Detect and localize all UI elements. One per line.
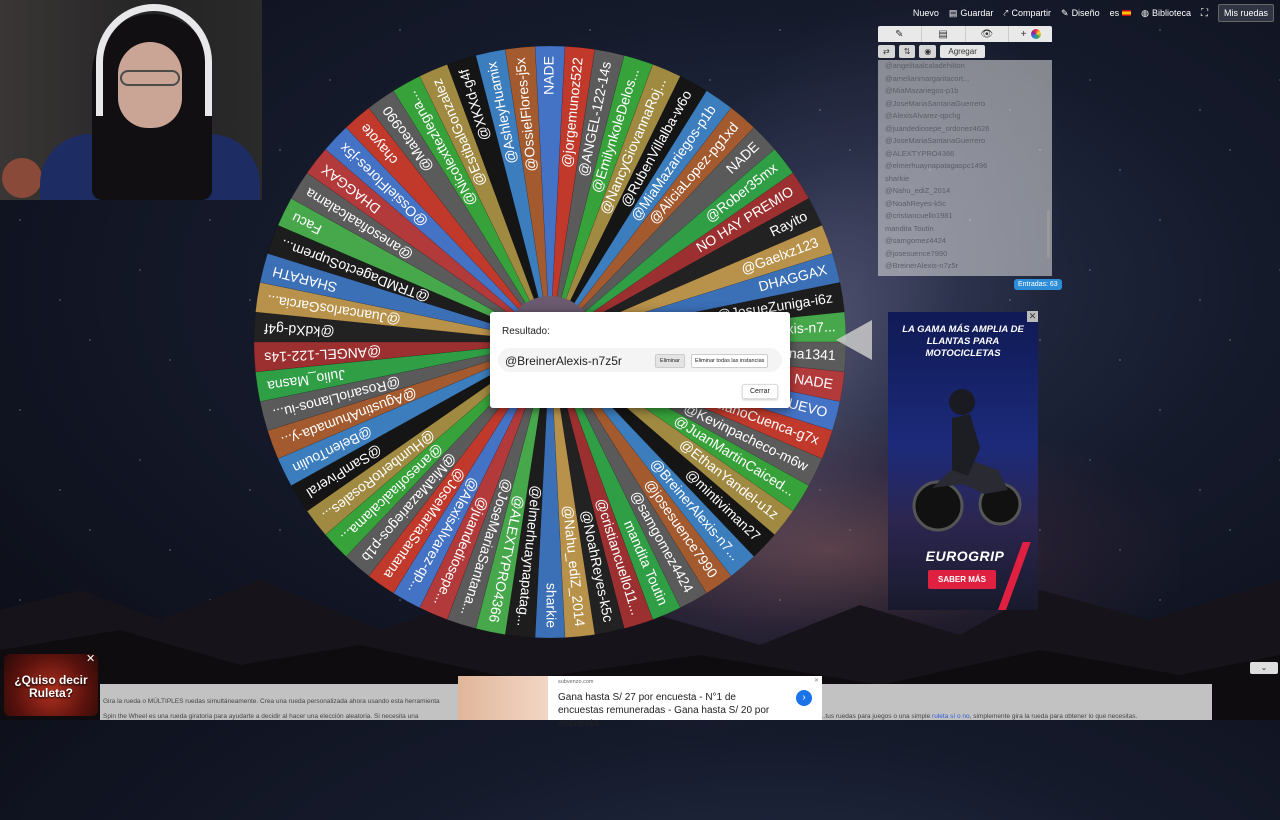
entry-line[interactable]: @MiaMazariegos-p1b xyxy=(878,85,1052,98)
sort-button[interactable]: ⇅ xyxy=(898,44,916,58)
collapse-icon[interactable]: ⌄ xyxy=(1250,662,1278,674)
entry-line[interactable]: mandita Toutin xyxy=(878,223,1052,236)
wheel-pointer-icon xyxy=(836,320,872,360)
entries-scrollbar[interactable] xyxy=(1047,210,1050,258)
headset xyxy=(96,4,212,116)
entry-line[interactable]: @ALEXTYPRO4366 xyxy=(878,148,1052,161)
share-icon: ⤤ xyxy=(1003,7,1009,18)
description-line-1: Gira la rueda o MÚLTIPLES ruedas simultá… xyxy=(103,698,440,705)
close-ad-icon[interactable]: ✕ xyxy=(1027,311,1038,322)
globe-icon: ◍ xyxy=(1141,7,1149,18)
ad-brand: EUROGRIP xyxy=(925,548,1005,564)
wheel-segment-label: sharkie xyxy=(543,583,559,628)
promo-text: ¿Quiso decir Ruleta? xyxy=(14,673,88,700)
eurogrip-ad[interactable]: LA GAMA MÁS AMPLIA DE LLANTAS PARA MOTOC… xyxy=(888,312,1038,610)
entries-count-badge: Entradas: 63 xyxy=(1014,279,1062,290)
motorcycle-rider-image xyxy=(912,389,1022,532)
panel-tabs: ✎ ▤ 👁 + xyxy=(878,26,1052,42)
tab-hide[interactable]: 👁 xyxy=(966,26,1010,42)
save-button[interactable]: ▤ Guardar xyxy=(949,8,994,19)
fullscreen-icon[interactable]: ⛶ xyxy=(1201,8,1208,19)
entry-line[interactable]: @JoseMariaSantanaGuerrero xyxy=(878,135,1052,148)
top-navigation: Nuevo ▤ Guardar ⤤ Compartir ✎ Diseño es ◍ Bi… xyxy=(913,4,1274,22)
entry-line[interactable]: @juandediosepe_ordonez4626 xyxy=(878,123,1052,136)
yes-no-wheel-link[interactable]: ruleta sí o no xyxy=(932,713,970,720)
webcam-feed xyxy=(0,0,262,200)
my-wheels-button[interactable]: Mis ruedas xyxy=(1217,4,1274,22)
ad-cta-button[interactable]: SABER MÁS xyxy=(928,570,997,589)
close-button[interactable]: Cerrar xyxy=(742,384,778,399)
description-tail: ...tus ruedas para juegos o una simple r… xyxy=(820,713,1138,720)
entry-line[interactable]: sharkie xyxy=(878,173,1052,186)
save-icon: ▤ xyxy=(948,7,958,18)
plush-toy xyxy=(2,158,42,198)
tab-edit[interactable]: ✎ xyxy=(878,26,922,42)
roulette-promo[interactable]: ¿Quiso decir Ruleta? xyxy=(4,654,98,716)
entry-line[interactable]: @Nahu_ediZ_2014 xyxy=(878,185,1052,198)
result-dialog: Resultado: @BreinerAlexis-n7z5r Eliminar… xyxy=(490,312,790,408)
entries-textarea[interactable]: @angelitaalcaladehilton @amelianmargarita… xyxy=(878,60,1052,276)
entry-line[interactable]: @NoahReyes-k5c xyxy=(878,198,1052,211)
share-button[interactable]: ⤤ Compartir xyxy=(1003,8,1051,19)
entry-line[interactable]: @cristiancuello1981 xyxy=(878,210,1052,223)
entries-panel: ✎ ▤ 👁 + ⇄ ⇅ ◉ Agregar @angelitaalcaladeh… xyxy=(878,26,1052,276)
image-button[interactable]: ◉ xyxy=(919,44,937,58)
entry-line[interactable]: @JoseMariaSantanaGuerrero xyxy=(878,98,1052,111)
design-button[interactable]: ✎ Diseño xyxy=(1061,8,1100,19)
wheel-segment-label: NADE xyxy=(541,56,557,95)
description-line-2: Spin the Wheel es una rueda giratoria pa… xyxy=(103,713,419,720)
dialog-title: Resultado: xyxy=(502,326,550,337)
color-wheel-icon xyxy=(1030,29,1041,39)
ad-arrow-icon[interactable]: › xyxy=(796,690,812,706)
tab-add-color[interactable]: + xyxy=(1009,26,1052,42)
entry-line[interactable]: @amelianmargaritacort... xyxy=(878,73,1052,86)
pencil-icon: ✎ xyxy=(1061,7,1069,18)
entry-line[interactable]: @angelitaalcaladehilton xyxy=(878,60,1052,73)
remove-button[interactable]: Eliminar xyxy=(655,354,685,368)
language-selector[interactable]: es xyxy=(1110,8,1132,18)
survey-ad[interactable]: subvenzo.com Gana hasta S/ 27 por encues… xyxy=(458,676,822,729)
spain-flag-icon xyxy=(1122,10,1132,16)
result-name: @BreinerAlexis-n7z5r xyxy=(505,354,622,368)
library-button[interactable]: ◍ Biblioteca xyxy=(1141,8,1191,19)
entry-line[interactable]: @elmerhuaynapatagaspc1496 xyxy=(878,160,1052,173)
close-ad-icon[interactable]: ✕ xyxy=(814,677,819,684)
entry-line[interactable]: @samgomez4424 xyxy=(878,235,1052,248)
shuffle-button[interactable]: ⇄ xyxy=(878,44,895,58)
ad-text: Gana hasta S/ 27 por encuesta - N°1 de e… xyxy=(558,692,770,729)
entry-line[interactable]: @AlexisAlvarez-qpchg xyxy=(878,110,1052,123)
tab-list[interactable]: ▤ xyxy=(922,26,966,42)
ad-headline: LA GAMA MÁS AMPLIA DE LLANTAS PARA MOTOC… xyxy=(902,324,1024,359)
close-promo-icon[interactable]: ✕ xyxy=(86,654,96,665)
ad-site: subvenzo.com xyxy=(558,679,594,685)
new-button[interactable]: Nuevo xyxy=(913,8,939,18)
ad-thumbnail xyxy=(458,676,548,720)
panel-toolbar: ⇄ ⇅ ◉ Agregar xyxy=(878,44,1052,58)
add-button[interactable]: Agregar xyxy=(940,44,985,58)
entry-line[interactable]: @josesuence7990 xyxy=(878,248,1052,261)
remove-all-button[interactable]: Eliminar todas las instancias xyxy=(691,354,769,368)
entry-line[interactable]: @BreinerAlexis-n7z5r xyxy=(878,260,1052,273)
